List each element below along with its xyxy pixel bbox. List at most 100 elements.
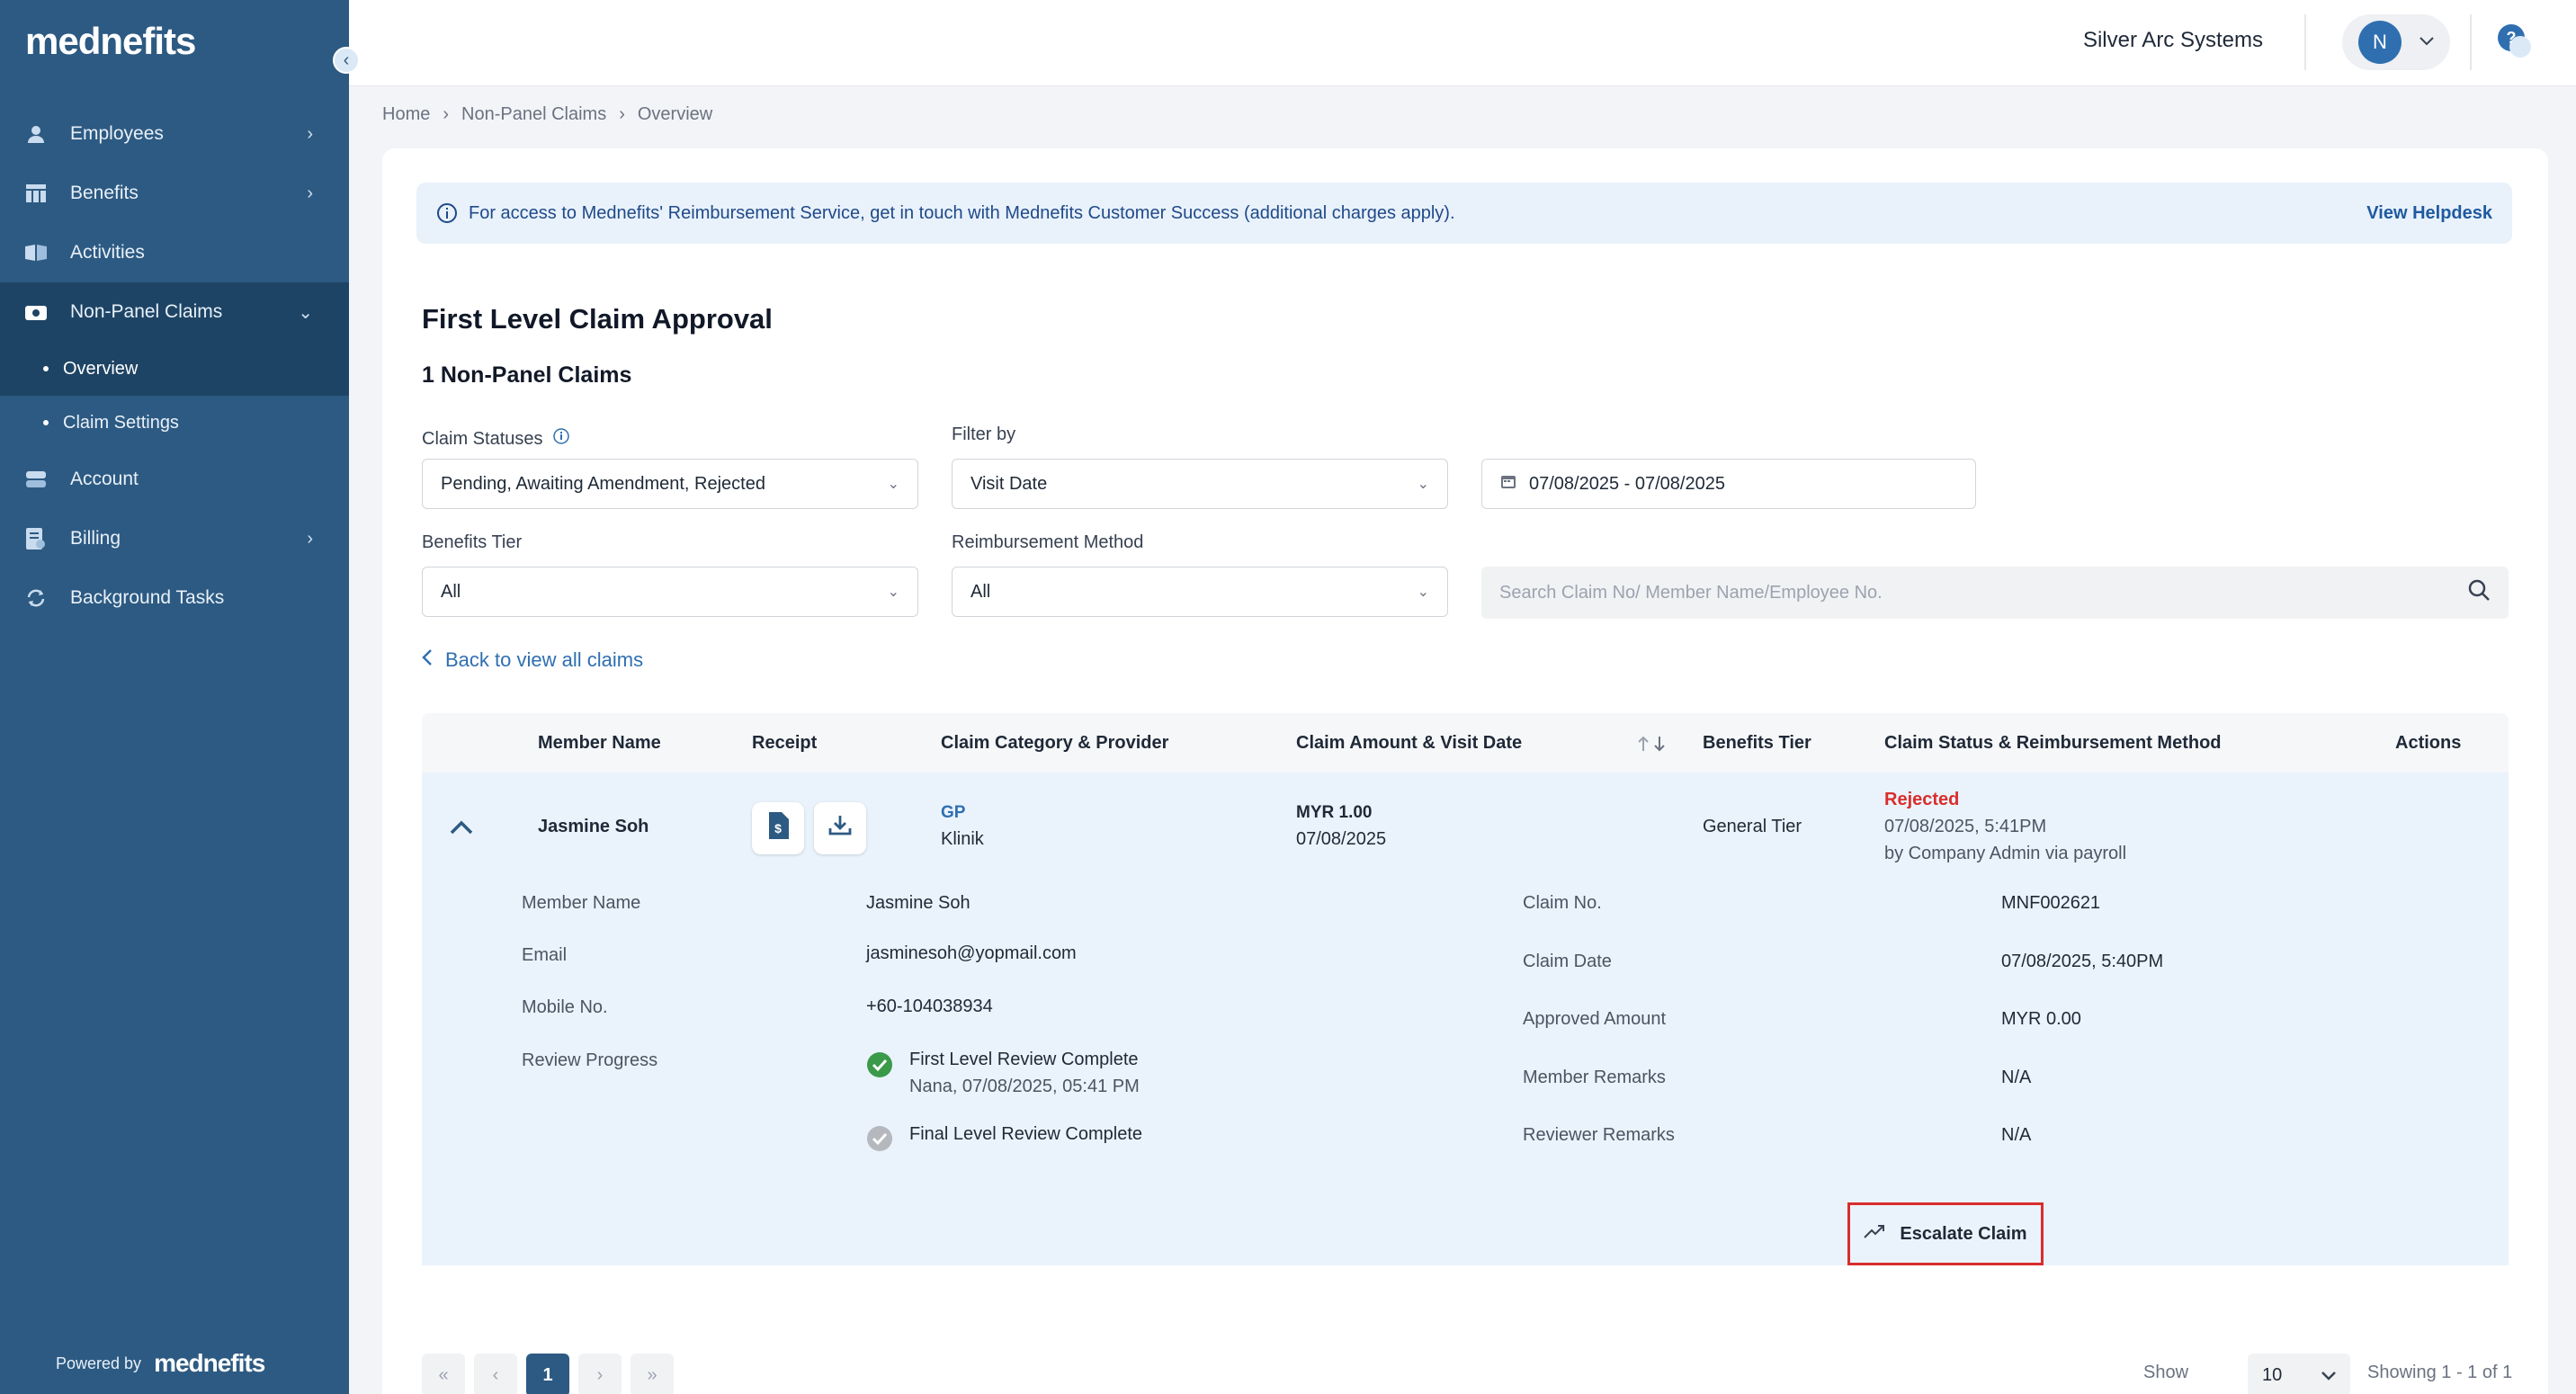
chevron-down-icon: ⌄	[1417, 477, 1429, 492]
prev-page-button[interactable]: ‹	[474, 1354, 517, 1394]
collapse-sidebar-button[interactable]: ‹	[333, 47, 360, 74]
back-to-all-claims-link[interactable]: Back to view all claims	[422, 648, 643, 672]
table-header: Member Name Receipt Claim Category & Pro…	[422, 713, 2509, 773]
sidebar: mednefits ‹ Employees › Benefits › Activ…	[0, 0, 360, 1394]
divider	[2470, 14, 2472, 70]
table-icon	[25, 183, 47, 204]
detail-claim-date: 07/08/2025, 5:40PM	[2001, 952, 2164, 971]
sidebar-subitem-label: Claim Settings	[63, 412, 179, 433]
benefits-tier-value: All	[441, 581, 461, 602]
sidebar-item-background-tasks[interactable]: Background Tasks	[0, 568, 349, 628]
user-icon	[25, 123, 47, 145]
last-page-button[interactable]: »	[631, 1354, 674, 1394]
header-member-name[interactable]: Member Name	[538, 733, 661, 754]
detail-approved-label: Approved Amount	[1523, 1009, 1666, 1029]
next-page-button[interactable]: ›	[578, 1354, 622, 1394]
chevron-down-icon	[2419, 34, 2434, 50]
sidebar-item-billing[interactable]: Billing ›	[0, 509, 349, 568]
first-page-button[interactable]: «	[422, 1354, 465, 1394]
showing-count: Showing 1 - 1 of 1	[2367, 1363, 2513, 1382]
escalate-claim-button[interactable]: Escalate Claim	[1847, 1202, 2044, 1265]
detail-claim-no: MNF002621	[2001, 893, 2101, 913]
download-receipt-button[interactable]	[814, 802, 866, 854]
chevron-right-icon: ›	[307, 123, 313, 144]
sidebar-nav: Employees › Benefits › Activities Non-Pa…	[0, 104, 349, 628]
billing-icon	[25, 528, 47, 550]
svg-text:$: $	[774, 821, 782, 836]
claim-detail-panel: Member Name Jasmine Soh Email jasminesoh…	[422, 884, 2509, 1265]
mednefits-logo[interactable]: mednefits	[25, 20, 196, 63]
row-benefits-tier: General Tier	[1703, 817, 1802, 836]
filter-by-value: Visit Date	[970, 473, 1048, 494]
sidebar-subitem-claim-settings[interactable]: Claim Settings	[0, 396, 349, 450]
detail-member-name: Jasmine Soh	[866, 893, 970, 913]
sidebar-item-label: Non-Panel Claims	[70, 301, 223, 322]
filter-by-select[interactable]: Visit Date ⌄	[952, 459, 1448, 509]
download-icon	[827, 813, 853, 844]
sidebar-item-benefits[interactable]: Benefits ›	[0, 164, 349, 223]
per-page-select[interactable]: 10	[2248, 1354, 2350, 1394]
account-icon	[25, 469, 47, 490]
book-icon	[25, 242, 47, 264]
benefits-tier-label: Benefits Tier	[422, 532, 523, 552]
header-actions: Actions	[2395, 732, 2462, 753]
sidebar-item-label: Employees	[70, 123, 164, 144]
view-receipt-button[interactable]: $	[752, 802, 804, 854]
sidebar-item-label: Billing	[70, 528, 121, 549]
claim-statuses-label-text: Claim Statuses	[422, 428, 543, 449]
sidebar-subitem-overview[interactable]: Overview	[0, 342, 349, 396]
benefits-tier-select[interactable]: All ⌄	[422, 567, 918, 617]
check-pending-icon	[866, 1125, 893, 1157]
header-receipt: Receipt	[752, 732, 818, 753]
sidebar-submenu: Overview Claim Settings	[0, 342, 349, 450]
header-claim-status: Claim Status & Reimbursement Method	[1884, 732, 2222, 753]
user-menu[interactable]: N	[2342, 14, 2450, 70]
claims-count: 1 Non-Panel Claims	[422, 362, 632, 388]
search-icon[interactable]	[2467, 578, 2491, 607]
camera-icon	[25, 301, 47, 323]
sidebar-item-account[interactable]: Account	[0, 450, 349, 509]
page-button-current[interactable]: 1	[526, 1354, 569, 1394]
sidebar-item-employees[interactable]: Employees ›	[0, 104, 349, 164]
divider	[2304, 14, 2306, 70]
view-helpdesk-link[interactable]: View Helpdesk	[2366, 203, 2492, 224]
company-name: Silver Arc Systems	[2082, 28, 2263, 52]
double-chevron-right-icon: »	[647, 1364, 657, 1385]
chevron-right-icon: ›	[619, 104, 625, 124]
claim-statuses-value: Pending, Awaiting Amendment, Rejected	[441, 473, 765, 494]
detail-claim-no-label: Claim No.	[1523, 893, 1602, 913]
detail-review-label: Review Progress	[522, 1050, 658, 1070]
chevron-right-icon: ›	[307, 183, 313, 203]
date-range-picker[interactable]: 07/08/2025 - 07/08/2025	[1481, 459, 1976, 509]
reimbursement-method-select[interactable]: All ⌄	[952, 567, 1448, 617]
search-input[interactable]: Search Claim No/ Member Name/Employee No…	[1481, 567, 2509, 619]
sidebar-item-label: Account	[70, 469, 139, 489]
claim-statuses-select[interactable]: Pending, Awaiting Amendment, Rejected ⌄	[422, 459, 918, 509]
breadcrumb-home[interactable]: Home	[382, 104, 430, 125]
table-row[interactable]: Jasmine Soh $ GP Klinik MYR 1.00 07/08/2…	[422, 773, 2509, 884]
detail-member-remarks: N/A	[2001, 1068, 2032, 1087]
review-final-level: Final Level Review Complete	[909, 1124, 1143, 1144]
row-provider: Klinik	[941, 829, 984, 849]
sync-icon	[25, 587, 47, 609]
filter-by-label: Filter by	[952, 424, 1016, 444]
search-placeholder: Search Claim No/ Member Name/Employee No…	[1499, 582, 1883, 603]
collapse-row-icon[interactable]	[449, 819, 474, 841]
detail-member-name-label: Member Name	[522, 893, 641, 913]
row-status-by: by Company Admin via payroll	[1884, 844, 2127, 863]
detail-claim-date-label: Claim Date	[1523, 952, 1612, 971]
detail-mobile: +60-104038934	[866, 996, 993, 1016]
sidebar-item-activities[interactable]: Activities	[0, 223, 349, 282]
info-icon[interactable]	[552, 427, 570, 451]
sort-icon[interactable]	[1636, 735, 1668, 758]
row-visit-date: 07/08/2025	[1296, 829, 1387, 849]
date-range-value: 07/08/2025 - 07/08/2025	[1529, 473, 1725, 494]
pagination: « ‹ 1 › »	[422, 1354, 674, 1394]
chevron-right-icon: ›	[307, 528, 313, 549]
double-chevron-left-icon: «	[438, 1364, 449, 1385]
per-page-value: 10	[2262, 1364, 2283, 1385]
breadcrumb-non-panel-claims[interactable]: Non-Panel Claims	[461, 104, 606, 125]
sidebar-item-non-panel-claims[interactable]: Non-Panel Claims ⌄	[0, 282, 349, 342]
help-chat-icon[interactable]: ?	[2497, 23, 2533, 59]
header-claim-category: Claim Category & Provider	[941, 732, 1169, 753]
